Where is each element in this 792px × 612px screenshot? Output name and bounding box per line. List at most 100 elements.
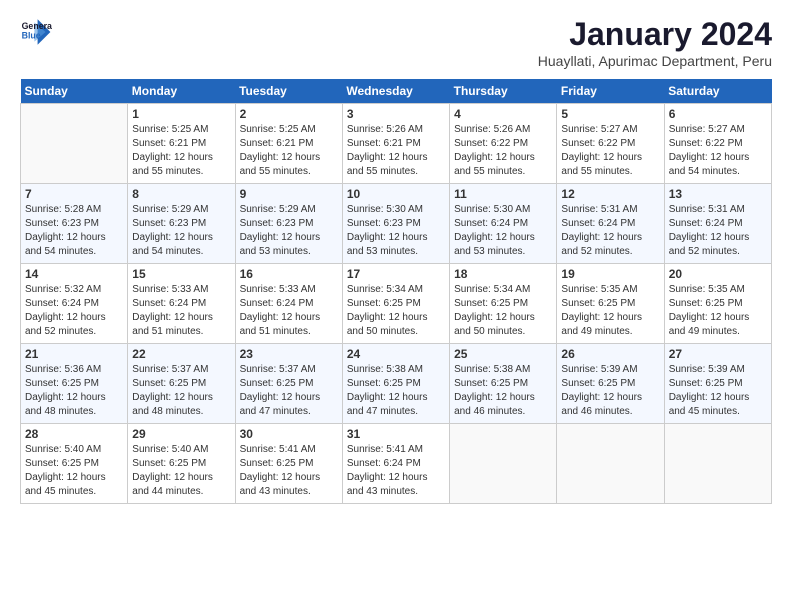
day-number: 26 <box>561 347 659 361</box>
day-info: Sunrise: 5:29 AM Sunset: 6:23 PM Dayligh… <box>132 203 230 259</box>
day-number: 5 <box>561 107 659 121</box>
calendar-cell: 23Sunrise: 5:37 AM Sunset: 6:25 PM Dayli… <box>235 344 342 424</box>
day-header-sunday: Sunday <box>21 79 128 104</box>
day-info: Sunrise: 5:40 AM Sunset: 6:25 PM Dayligh… <box>25 443 123 499</box>
day-info: Sunrise: 5:33 AM Sunset: 6:24 PM Dayligh… <box>132 283 230 339</box>
calendar-cell: 5 Sunrise: 5:27 AM Sunset: 6:22 PM Daylig… <box>557 104 664 184</box>
calendar-cell: 22 Sunrise: 5:37 AM Sunset: 6:25 PM Dayli… <box>128 344 235 424</box>
day-header-thursday: Thursday <box>450 79 557 104</box>
calendar-cell: 15 Sunrise: 5:33 AM Sunset: 6:24 PM Dayli… <box>128 264 235 344</box>
day-number: 31 <box>347 427 445 441</box>
day-info: Sunrise: 5:35 AM Sunset: 6:25 PM Dayligh… <box>561 283 659 339</box>
calendar-cell: 27 Sunrise: 5:39 AM Sunset: 6:25 PM Dayli… <box>664 344 771 424</box>
calendar-cell <box>557 424 664 504</box>
day-info: Sunrise: 5:38 AM Sunset: 6:25 PM Dayligh… <box>454 363 552 419</box>
day-header-saturday: Saturday <box>664 79 771 104</box>
day-info: Sunrise: 5:32 AM Sunset: 6:24 PM Dayligh… <box>25 283 123 339</box>
day-info: Sunrise: 5:27 AM Sunset: 6:22 PM Dayligh… <box>669 123 767 179</box>
calendar-table: SundayMondayTuesdayWednesdayThursdayFrid… <box>20 79 772 504</box>
day-info: Sunrise: 5:28 AM Sunset: 6:23 PM Dayligh… <box>25 203 123 259</box>
calendar-cell: 10Sunrise: 5:30 AM Sunset: 6:23 PM Dayli… <box>342 184 449 264</box>
logo: General Blue <box>20 16 56 48</box>
day-number: 11 <box>454 187 552 201</box>
day-number: 8 <box>132 187 230 201</box>
day-info: Sunrise: 5:37 AM Sunset: 6:25 PM Dayligh… <box>132 363 230 419</box>
title-area: January 2024 Huayllati, Apurimac Departm… <box>538 16 772 69</box>
day-number: 23 <box>240 347 338 361</box>
day-info: Sunrise: 5:38 AM Sunset: 6:25 PM Dayligh… <box>347 363 445 419</box>
calendar-cell: 12Sunrise: 5:31 AM Sunset: 6:24 PM Dayli… <box>557 184 664 264</box>
calendar-cell: 25 Sunrise: 5:38 AM Sunset: 6:25 PM Dayli… <box>450 344 557 424</box>
calendar-cell: 7 Sunrise: 5:28 AM Sunset: 6:23 PM Daylig… <box>21 184 128 264</box>
day-number: 17 <box>347 267 445 281</box>
day-info: Sunrise: 5:30 AM Sunset: 6:23 PM Dayligh… <box>347 203 445 259</box>
day-info: Sunrise: 5:39 AM Sunset: 6:25 PM Dayligh… <box>669 363 767 419</box>
calendar-cell: 31 Sunrise: 5:41 AM Sunset: 6:24 PM Dayli… <box>342 424 449 504</box>
day-info: Sunrise: 5:34 AM Sunset: 6:25 PM Dayligh… <box>454 283 552 339</box>
day-info: Sunrise: 5:30 AM Sunset: 6:24 PM Dayligh… <box>454 203 552 259</box>
calendar-cell: 20 Sunrise: 5:35 AM Sunset: 6:25 PM Dayli… <box>664 264 771 344</box>
calendar-cell: 19 Sunrise: 5:35 AM Sunset: 6:25 PM Dayli… <box>557 264 664 344</box>
day-number: 1 <box>132 107 230 121</box>
day-info: Sunrise: 5:27 AM Sunset: 6:22 PM Dayligh… <box>561 123 659 179</box>
day-number: 27 <box>669 347 767 361</box>
day-number: 29 <box>132 427 230 441</box>
day-header-friday: Friday <box>557 79 664 104</box>
logo-icon: General Blue <box>20 16 52 48</box>
calendar-cell: 13 Sunrise: 5:31 AM Sunset: 6:24 PM Dayli… <box>664 184 771 264</box>
calendar-cell: 9Sunrise: 5:29 AM Sunset: 6:23 PM Daylig… <box>235 184 342 264</box>
week-row-4: 21Sunrise: 5:36 AM Sunset: 6:25 PM Dayli… <box>21 344 772 424</box>
day-number: 28 <box>25 427 123 441</box>
day-number: 13 <box>669 187 767 201</box>
day-number: 30 <box>240 427 338 441</box>
calendar-cell: 8 Sunrise: 5:29 AM Sunset: 6:23 PM Daylig… <box>128 184 235 264</box>
day-number: 14 <box>25 267 123 281</box>
week-row-1: 1 Sunrise: 5:25 AM Sunset: 6:21 PM Daylig… <box>21 104 772 184</box>
day-info: Sunrise: 5:31 AM Sunset: 6:24 PM Dayligh… <box>561 203 659 259</box>
calendar-cell: 17 Sunrise: 5:34 AM Sunset: 6:25 PM Dayli… <box>342 264 449 344</box>
page: General Blue January 2024 Huayllati, Apu… <box>0 0 792 520</box>
calendar-cell: 26Sunrise: 5:39 AM Sunset: 6:25 PM Dayli… <box>557 344 664 424</box>
day-info: Sunrise: 5:26 AM Sunset: 6:22 PM Dayligh… <box>454 123 552 179</box>
calendar-cell: 30 Sunrise: 5:41 AM Sunset: 6:25 PM Dayli… <box>235 424 342 504</box>
day-number: 16 <box>240 267 338 281</box>
week-row-5: 28 Sunrise: 5:40 AM Sunset: 6:25 PM Dayli… <box>21 424 772 504</box>
day-info: Sunrise: 5:25 AM Sunset: 6:21 PM Dayligh… <box>132 123 230 179</box>
day-header-monday: Monday <box>128 79 235 104</box>
day-info: Sunrise: 5:31 AM Sunset: 6:24 PM Dayligh… <box>669 203 767 259</box>
day-header-wednesday: Wednesday <box>342 79 449 104</box>
day-number: 6 <box>669 107 767 121</box>
day-number: 18 <box>454 267 552 281</box>
day-number: 25 <box>454 347 552 361</box>
calendar-cell: 21Sunrise: 5:36 AM Sunset: 6:25 PM Dayli… <box>21 344 128 424</box>
calendar-cell <box>450 424 557 504</box>
day-number: 15 <box>132 267 230 281</box>
day-info: Sunrise: 5:41 AM Sunset: 6:24 PM Dayligh… <box>347 443 445 499</box>
header-row: SundayMondayTuesdayWednesdayThursdayFrid… <box>21 79 772 104</box>
calendar-cell <box>21 104 128 184</box>
day-number: 24 <box>347 347 445 361</box>
day-info: Sunrise: 5:36 AM Sunset: 6:25 PM Dayligh… <box>25 363 123 419</box>
calendar-cell: 1 Sunrise: 5:25 AM Sunset: 6:21 PM Daylig… <box>128 104 235 184</box>
day-info: Sunrise: 5:26 AM Sunset: 6:21 PM Dayligh… <box>347 123 445 179</box>
subtitle: Huayllati, Apurimac Department, Peru <box>538 53 772 69</box>
day-info: Sunrise: 5:29 AM Sunset: 6:23 PM Dayligh… <box>240 203 338 259</box>
day-number: 20 <box>669 267 767 281</box>
calendar-cell: 2Sunrise: 5:25 AM Sunset: 6:21 PM Daylig… <box>235 104 342 184</box>
calendar-cell: 3Sunrise: 5:26 AM Sunset: 6:21 PM Daylig… <box>342 104 449 184</box>
day-number: 4 <box>454 107 552 121</box>
day-info: Sunrise: 5:35 AM Sunset: 6:25 PM Dayligh… <box>669 283 767 339</box>
day-number: 2 <box>240 107 338 121</box>
svg-text:Blue: Blue <box>22 30 41 40</box>
calendar-cell <box>664 424 771 504</box>
day-number: 22 <box>132 347 230 361</box>
day-number: 7 <box>25 187 123 201</box>
calendar-cell: 28 Sunrise: 5:40 AM Sunset: 6:25 PM Dayli… <box>21 424 128 504</box>
day-info: Sunrise: 5:41 AM Sunset: 6:25 PM Dayligh… <box>240 443 338 499</box>
svg-text:General: General <box>22 21 52 31</box>
calendar-cell: 11 Sunrise: 5:30 AM Sunset: 6:24 PM Dayli… <box>450 184 557 264</box>
day-info: Sunrise: 5:40 AM Sunset: 6:25 PM Dayligh… <box>132 443 230 499</box>
day-number: 19 <box>561 267 659 281</box>
header: General Blue January 2024 Huayllati, Apu… <box>20 16 772 69</box>
day-info: Sunrise: 5:34 AM Sunset: 6:25 PM Dayligh… <box>347 283 445 339</box>
